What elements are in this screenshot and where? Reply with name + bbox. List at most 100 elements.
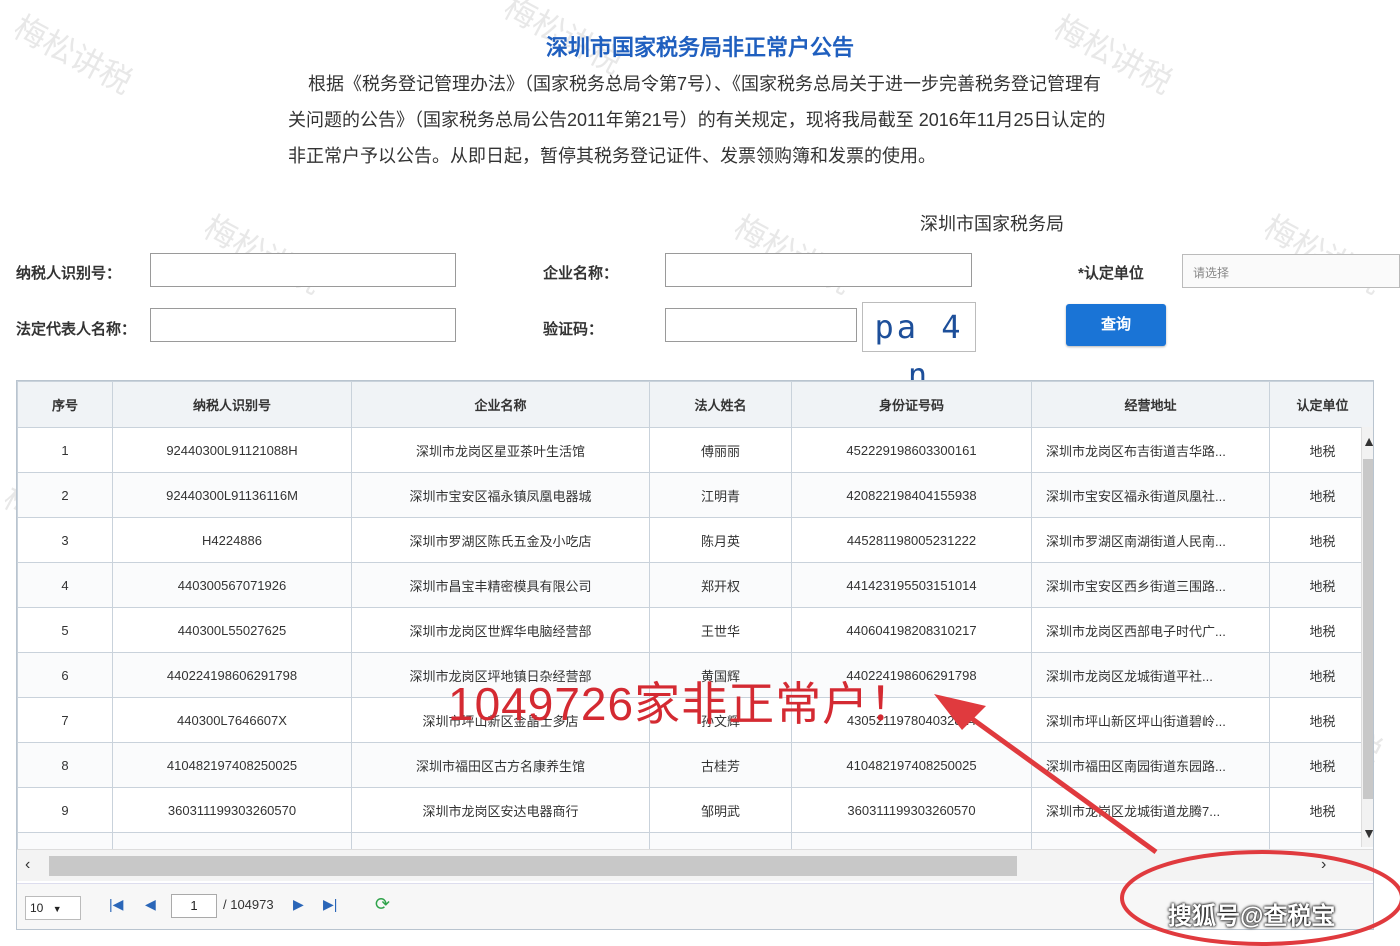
cell-address: 深圳市宝安区福永街道凤凰社... — [1031, 472, 1270, 518]
page-number-input[interactable]: 1 — [171, 894, 217, 918]
cell-id-number: 420822198404155938 — [791, 472, 1032, 518]
cell-unit: 地税 — [1269, 652, 1373, 698]
unit-select-value: 请选择 — [1193, 266, 1230, 280]
cell-taxpayer-id: 92440300L91121088H — [112, 427, 352, 473]
scroll-down-icon[interactable]: ▼ — [1362, 825, 1373, 841]
cell-legal-rep: 江明青 — [649, 472, 792, 518]
notice-signature: 深圳市国家税务局 — [920, 214, 1064, 234]
results-grid: 序号 纳税人识别号 企业名称 法人姓名 身份证号码 经营地址 认定单位 1 92… — [16, 380, 1374, 930]
unit-label: *认定单位 — [1078, 265, 1144, 282]
cell-company-name: 深圳市罗湖区陈氏五金及小吃店 — [351, 517, 650, 563]
table-row[interactable]: 4 440300567071926 深圳市昌宝丰精密模具有限公司 郑开权 441… — [17, 562, 1373, 608]
company-name-label: 企业名称： — [543, 265, 619, 282]
cell-taxpayer-id: 92440300L91136116M — [112, 472, 352, 518]
table-header-row: 序号 纳税人识别号 企业名称 法人姓名 身份证号码 经营地址 认定单位 — [17, 381, 1373, 428]
captcha-image[interactable]: pa 4 n — [862, 302, 976, 394]
vertical-scrollbar[interactable]: ▲ ▼ — [1361, 427, 1373, 847]
cell-index: 5 — [17, 607, 113, 653]
cell-index: 1 — [17, 427, 113, 473]
table-row[interactable]: 9 360311199303260570 深圳市龙岗区安达电器商行 邹明武 36… — [17, 787, 1373, 833]
cell-index: 3 — [17, 517, 113, 563]
table-row[interactable]: 8 410482197408250025 深圳市福田区古方名康养生馆 古桂芳 4… — [17, 742, 1373, 788]
cell-company-name: 深圳市福田区古方名康养生馆 — [351, 742, 650, 788]
table-row[interactable]: 3 H4224886 深圳市罗湖区陈氏五金及小吃店 陈月英 4452811980… — [17, 517, 1373, 563]
cell-unit: 地税 — [1269, 787, 1373, 833]
cell-id-number: 441423195503151014 — [791, 562, 1032, 608]
cell-unit: 地税 — [1269, 742, 1373, 788]
cell-id-number: 410482197408250025 — [791, 742, 1032, 788]
cell-address: 深圳市坪山新区坪山街道碧岭... — [1031, 697, 1270, 743]
cell-taxpayer-id: 440300L7646607X — [112, 697, 352, 743]
column-header[interactable]: 经营地址 — [1031, 381, 1270, 428]
results-table: 序号 纳税人识别号 企业名称 法人姓名 身份证号码 经营地址 认定单位 1 92… — [17, 381, 1373, 878]
legal-rep-label: 法定代表人名称： — [16, 321, 137, 338]
taxpayer-id-input[interactable] — [150, 253, 456, 287]
horizontal-scrollbar[interactable]: ‹ › — [17, 849, 1373, 881]
cell-taxpayer-id: 440300L55027625 — [112, 607, 352, 653]
page-title: 深圳市国家税务局非正常户公告 — [545, 35, 854, 60]
cell-legal-rep: 邹明武 — [649, 787, 792, 833]
scroll-up-icon[interactable]: ▲ — [1362, 433, 1373, 449]
legal-rep-input[interactable] — [150, 308, 456, 342]
query-button[interactable]: 查询 — [1066, 304, 1166, 346]
column-header[interactable]: 纳税人识别号 — [112, 381, 352, 428]
cell-legal-rep: 傅丽丽 — [649, 427, 792, 473]
cell-legal-rep: 郑开权 — [649, 562, 792, 608]
cell-taxpayer-id: 440224198606291798 — [112, 652, 352, 698]
unit-select[interactable]: 请选择 — [1182, 254, 1400, 288]
watermark-text: 梅松讲税 — [1257, 203, 1392, 304]
scroll-right-icon[interactable]: › — [1321, 856, 1326, 874]
column-header[interactable]: 认定单位 — [1269, 381, 1373, 428]
cell-company-name: 深圳市龙岗区世辉华电脑经营部 — [351, 607, 650, 653]
cell-taxpayer-id: 440300567071926 — [112, 562, 352, 608]
cell-legal-rep: 陈月英 — [649, 517, 792, 563]
scroll-left-icon[interactable]: ‹ — [25, 856, 30, 874]
notice-body: 根据《税务登记管理办法》（国家税务总局令第7号）、《国家税务总局关于进一步完善税… — [288, 74, 1106, 166]
prev-page-icon[interactable]: ◀ — [145, 896, 156, 913]
chevron-down-icon: ▼ — [52, 904, 62, 914]
captcha-input[interactable] — [665, 308, 857, 342]
table-row[interactable]: 1 92440300L91121088H 深圳市龙岗区星亚茶叶生活馆 傅丽丽 4… — [17, 427, 1373, 473]
page-size-select[interactable]: 10 ▼ — [25, 896, 81, 920]
refresh-icon[interactable]: ⟳ — [375, 894, 390, 915]
captcha-label: 验证码： — [543, 321, 604, 338]
vertical-scroll-thumb[interactable] — [1363, 459, 1373, 799]
last-page-icon[interactable]: ▶| — [323, 896, 337, 913]
next-page-icon[interactable]: ▶ — [293, 896, 304, 913]
cell-address: 深圳市罗湖区南湖街道人民南... — [1031, 517, 1270, 563]
table-row[interactable]: 2 92440300L91136116M 深圳市宝安区福永镇凤凰电器城 江明青 … — [17, 472, 1373, 518]
cell-company-name: 深圳市昌宝丰精密模具有限公司 — [351, 562, 650, 608]
annotation-text: 1049726家非正常户！ — [448, 678, 917, 730]
cell-taxpayer-id: H4224886 — [112, 517, 352, 563]
column-header[interactable]: 序号 — [17, 381, 113, 428]
company-name-input[interactable] — [665, 253, 972, 287]
cell-unit: 地税 — [1269, 427, 1373, 473]
first-page-icon[interactable]: |◀ — [109, 896, 123, 913]
cell-legal-rep: 王世华 — [649, 607, 792, 653]
cell-address: 深圳市宝安区西乡街道三围路... — [1031, 562, 1270, 608]
column-header[interactable]: 身份证号码 — [791, 381, 1032, 428]
taxpayer-id-label: 纳税人识别号： — [16, 265, 122, 282]
cell-address: 深圳市龙岗区龙城街道平社... — [1031, 652, 1270, 698]
page-size-value: 10 — [30, 901, 44, 915]
table-row[interactable]: 5 440300L55027625 深圳市龙岗区世辉华电脑经营部 王世华 440… — [17, 607, 1373, 653]
cell-index: 9 — [17, 787, 113, 833]
cell-unit: 地税 — [1269, 517, 1373, 563]
cell-address: 深圳市龙岗区布吉街道吉华路... — [1031, 427, 1270, 473]
cell-unit: 地税 — [1269, 697, 1373, 743]
cell-address: 深圳市龙岗区西部电子时代广... — [1031, 607, 1270, 653]
cell-id-number: 440604198208310217 — [791, 607, 1032, 653]
cell-company-name: 深圳市宝安区福永镇凤凰电器城 — [351, 472, 650, 518]
cell-address: 深圳市福田区南园街道东园路... — [1031, 742, 1270, 788]
cell-index: 2 — [17, 472, 113, 518]
cell-unit: 地税 — [1269, 472, 1373, 518]
brand-watermark: 搜狐号@查税宝 — [1168, 903, 1336, 930]
column-header[interactable]: 法人姓名 — [649, 381, 792, 428]
cell-index: 7 — [17, 697, 113, 743]
horizontal-scroll-thumb[interactable] — [49, 856, 1017, 876]
cell-index: 6 — [17, 652, 113, 698]
cell-company-name: 深圳市龙岗区安达电器商行 — [351, 787, 650, 833]
column-header[interactable]: 企业名称 — [351, 381, 650, 428]
cell-index: 4 — [17, 562, 113, 608]
cell-id-number: 445281198005231222 — [791, 517, 1032, 563]
